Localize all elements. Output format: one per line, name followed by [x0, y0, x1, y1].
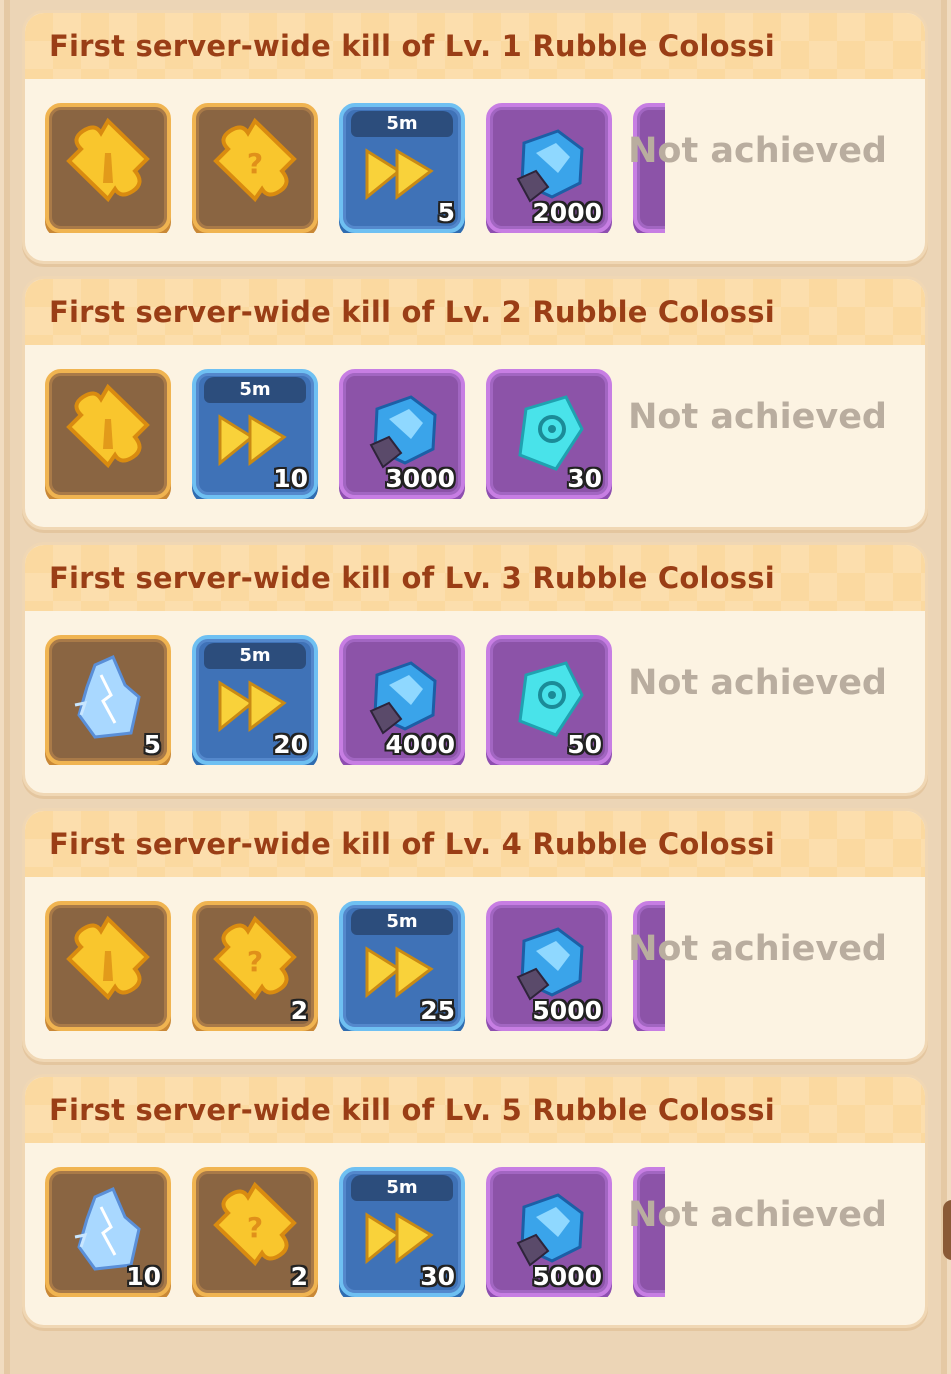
- reward-qty: 5000: [532, 996, 602, 1025]
- reward-item[interactable]: ? 2: [192, 901, 318, 1031]
- gold-puzzle-piece-icon: [66, 383, 150, 469]
- reward-qty: 3000: [385, 464, 455, 493]
- reward-row: First server-wide kill of Lv. 3 Rubble C…: [22, 542, 928, 796]
- reward-qty: 25: [420, 996, 455, 1025]
- reward-item[interactable]: ? 2: [192, 1167, 318, 1297]
- reward-items: ? 2 5m 25 5000: [45, 901, 665, 1031]
- reward-item[interactable]: 2000: [486, 103, 612, 233]
- reward-item[interactable]: 4000: [339, 635, 465, 765]
- reward-items: 10 ? 2 5m 30 5000: [45, 1167, 665, 1297]
- reward-row-title: First server-wide kill of Lv. 4 Rubble C…: [49, 827, 775, 861]
- reward-row-header: First server-wide kill of Lv. 4 Rubble C…: [25, 811, 925, 877]
- reward-item[interactable]: ?: [192, 103, 318, 233]
- reward-item[interactable]: [45, 103, 171, 233]
- reward-qty: 10: [126, 1262, 161, 1291]
- reward-row-title: First server-wide kill of Lv. 3 Rubble C…: [49, 561, 775, 595]
- achievement-status: Not achieved: [628, 663, 887, 703]
- reward-qty: 2000: [532, 198, 602, 227]
- reward-row-header: First server-wide kill of Lv. 5 Rubble C…: [25, 1077, 925, 1143]
- reward-qty: 30: [420, 1262, 455, 1291]
- reward-item[interactable]: 10: [45, 1167, 171, 1297]
- reward-item[interactable]: 5m 20: [192, 635, 318, 765]
- reward-items: 5 5m 20 4000 50: [45, 635, 665, 765]
- reward-item[interactable]: 5m 25: [339, 901, 465, 1031]
- reward-row: First server-wide kill of Lv. 2 Rubble C…: [22, 276, 928, 530]
- reward-item[interactable]: 3000: [339, 369, 465, 499]
- reward-qty: 30: [567, 464, 602, 493]
- reward-item[interactable]: 5m 30: [339, 1167, 465, 1297]
- reward-item[interactable]: [45, 369, 171, 499]
- reward-row-title: First server-wide kill of Lv. 5 Rubble C…: [49, 1093, 775, 1127]
- reward-row-title: First server-wide kill of Lv. 2 Rubble C…: [49, 295, 775, 329]
- reward-row: First server-wide kill of Lv. 5 Rubble C…: [22, 1074, 928, 1328]
- reward-qty: 5: [143, 730, 161, 759]
- gold-puzzle-piece-icon: [66, 915, 150, 1001]
- reward-qty: 50: [567, 730, 602, 759]
- svg-text:?: ?: [247, 1211, 263, 1244]
- achievement-status: Not achieved: [628, 929, 887, 969]
- svg-text:?: ?: [247, 945, 263, 978]
- reward-item[interactable]: 5000: [486, 1167, 612, 1297]
- reward-item[interactable]: 5: [45, 635, 171, 765]
- reward-row-header: First server-wide kill of Lv. 1 Rubble C…: [25, 13, 925, 79]
- reward-qty: 2: [290, 996, 308, 1025]
- gold-puzzle-piece-icon: [66, 117, 150, 203]
- reward-qty: 4000: [385, 730, 455, 759]
- reward-row-header: First server-wide kill of Lv. 3 Rubble C…: [25, 545, 925, 611]
- reward-row: First server-wide kill of Lv. 4 Rubble C…: [22, 808, 928, 1062]
- reward-qty: 2: [290, 1262, 308, 1291]
- reward-row-header: First server-wide kill of Lv. 2 Rubble C…: [25, 279, 925, 345]
- reward-item[interactable]: 5m 10: [192, 369, 318, 499]
- reward-item[interactable]: 50: [486, 635, 612, 765]
- reward-row: First server-wide kill of Lv. 1 Rubble C…: [22, 10, 928, 264]
- svg-text:?: ?: [247, 147, 263, 180]
- reward-item[interactable]: 5m 5: [339, 103, 465, 233]
- reward-item[interactable]: 30: [486, 369, 612, 499]
- achievement-status: Not achieved: [628, 131, 887, 171]
- reward-items: 5m 10 3000 30: [45, 369, 665, 499]
- achievement-status: Not achieved: [628, 397, 887, 437]
- scrollbar-handle[interactable]: [943, 1200, 951, 1260]
- reward-qty: 10: [273, 464, 308, 493]
- reward-qty: 20: [273, 730, 308, 759]
- reward-qty: 5000: [532, 1262, 602, 1291]
- mystery-puzzle-piece-icon: ?: [213, 117, 297, 203]
- reward-row-title: First server-wide kill of Lv. 1 Rubble C…: [49, 29, 775, 63]
- reward-item[interactable]: 5000: [486, 901, 612, 1031]
- reward-qty: 5: [437, 198, 455, 227]
- reward-items: ? 5m 5 2000: [45, 103, 665, 233]
- achievement-status: Not achieved: [628, 1195, 887, 1235]
- reward-item[interactable]: [45, 901, 171, 1031]
